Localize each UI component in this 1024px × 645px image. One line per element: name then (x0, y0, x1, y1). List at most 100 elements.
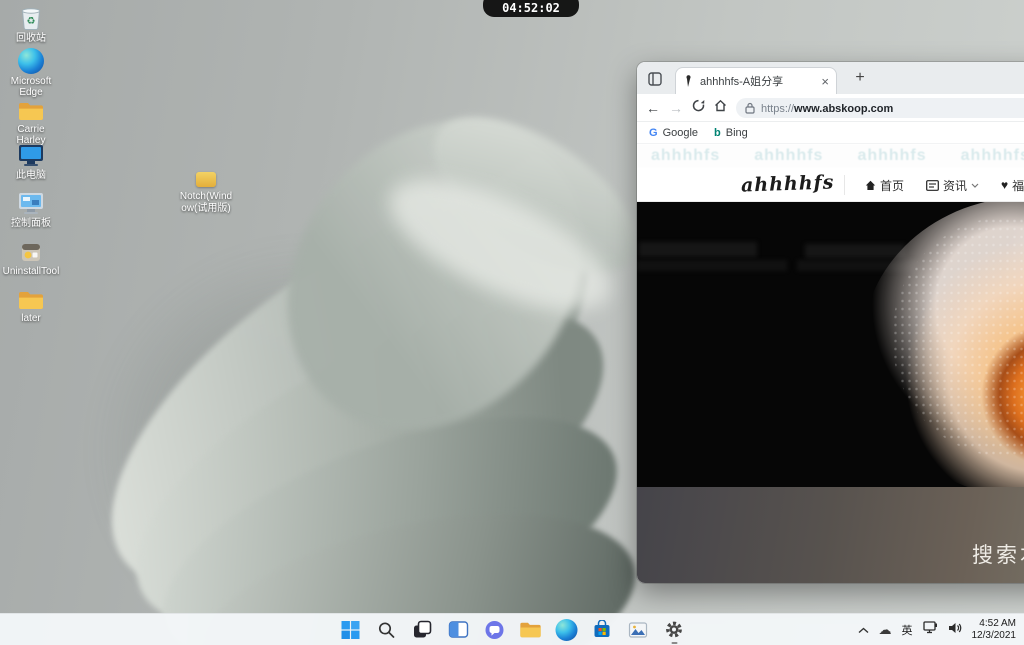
nav-label: 资讯 (943, 177, 967, 194)
network-ethernet-icon[interactable] (923, 621, 938, 639)
taskbar-center-icons (336, 616, 689, 644)
page-watermark-band: ahhhhfs ahhhhfs ahhhhfs ahhhhfs (637, 144, 1024, 168)
chat-button[interactable] (480, 616, 509, 644)
refresh-button[interactable] (692, 99, 705, 117)
edge-icon (555, 619, 577, 641)
bookmark-bing[interactable]: b Bing (714, 127, 748, 139)
notchwindow-icon (196, 172, 216, 187)
settings-button[interactable] (660, 616, 689, 644)
windows-logo-icon (340, 620, 360, 640)
google-icon: G (649, 127, 658, 139)
desktop-icon-control-panel[interactable]: 控制面板 (2, 188, 60, 229)
desktop-icon-label: 此电脑 (16, 170, 46, 181)
tab-strip: ahhhhfs-A姐分享 × + (637, 62, 1024, 94)
bookmark-label: Google (663, 127, 698, 139)
nav-label: 福利 (1012, 177, 1024, 194)
task-view-button[interactable] (408, 616, 437, 644)
system-tray: ☁ 英 4:52 AM 12/3/2021 (858, 614, 1017, 645)
hero-bottom-band: 搜索本 (637, 487, 1024, 583)
control-panel-icon (18, 188, 44, 216)
widgets-button[interactable] (444, 616, 473, 644)
nav-item-news[interactable]: 资讯 (926, 177, 979, 194)
home-icon (865, 180, 876, 191)
watermark-text: ahhhhfs (857, 147, 926, 165)
edge-icon (18, 46, 44, 74)
desktop-icon-edge[interactable]: Microsoft Edge (2, 46, 60, 98)
forward-button[interactable]: → (669, 101, 683, 115)
desktop-icon-this-pc[interactable]: 此电脑 (2, 140, 60, 181)
back-button[interactable]: ← (646, 101, 660, 115)
search-button[interactable] (372, 616, 401, 644)
url-host: www.abskoop.com (794, 103, 893, 115)
tray-chevron-up-button[interactable] (858, 621, 869, 639)
browser-tab[interactable]: ahhhhfs-A姐分享 × (675, 67, 837, 94)
file-explorer-button[interactable] (516, 616, 545, 644)
address-bar[interactable]: https://www.abskoop.com (736, 98, 1024, 118)
desktop-icon-uninstall-tool[interactable]: UninstallTool (2, 236, 60, 277)
hero-faint-text (639, 242, 757, 257)
folder-icon (18, 94, 44, 122)
url-protocol: https:// (761, 103, 794, 115)
onedrive-cloud-icon[interactable]: ☁ (879, 622, 892, 638)
clock-overlay-time: 04:52:02 (502, 1, 560, 15)
desktop: 04:52:02 ♻ 回收站 Microsoft Edge Carrie Har… (0, 0, 1024, 645)
notchwindow-label-line2: ow(试用版) (181, 203, 230, 214)
uninstall-tool-icon (19, 236, 43, 264)
widgets-icon (448, 621, 468, 638)
new-tab-button[interactable]: + (849, 67, 871, 89)
webpage: ahhhhfs ahhhhfs ahhhhfs ahhhhfs ahhhhfs … (637, 144, 1024, 583)
taskbar-time: 4:52 AM (972, 618, 1017, 630)
ime-language-indicator[interactable]: 英 (902, 622, 913, 638)
home-button[interactable] (714, 99, 727, 117)
search-icon (377, 621, 395, 639)
hero-faint-text (805, 244, 905, 258)
edge-browser-window: ahhhhfs-A姐分享 × + ← → (637, 62, 1024, 583)
hero-search-text: 搜索本 (972, 539, 1024, 569)
heart-icon: ♥ (1001, 178, 1008, 192)
start-button[interactable] (336, 616, 365, 644)
clock-overlay: 04:52:02 (483, 0, 579, 17)
tab-close-icon[interactable]: × (821, 75, 829, 88)
volume-icon[interactable] (948, 621, 962, 639)
lock-icon[interactable] (745, 102, 755, 114)
chevron-down-icon (971, 183, 979, 188)
desktop-icon-recycle-bin[interactable]: ♻ 回收站 (2, 3, 60, 44)
header-divider (844, 175, 845, 195)
bookmark-label: Bing (726, 127, 748, 139)
watermark-text: ahhhhfs (651, 147, 720, 165)
running-indicator (671, 642, 677, 644)
tab-actions-menu-button[interactable] (646, 70, 664, 88)
task-view-icon (413, 620, 432, 639)
site-header: ahhhhfs 首页 资讯 (637, 168, 1024, 202)
desktop-icon-folder-carrie-harley[interactable]: Carrie Harley (2, 94, 60, 146)
photos-app-icon (629, 622, 648, 638)
gear-icon (665, 620, 684, 639)
edge-taskbar-button[interactable] (552, 616, 581, 644)
recycle-bin-icon: ♻ (20, 3, 42, 31)
bookmark-google[interactable]: G Google (649, 127, 698, 139)
chat-icon (484, 620, 504, 640)
photos-app-button[interactable] (624, 616, 653, 644)
bookmarks-bar: G Google b Bing (637, 122, 1024, 144)
desktop-icon-notchwindow[interactable]: Notch(Wind ow(试用版) (160, 172, 252, 215)
taskbar-clock[interactable]: 4:52 AM 12/3/2021 (972, 618, 1017, 642)
watermark-text: ahhhhfs (961, 147, 1024, 165)
site-logo[interactable]: ahhhhfs (741, 171, 835, 196)
nav-label: 首页 (880, 177, 904, 194)
taskbar: ☁ 英 4:52 AM 12/3/2021 (0, 613, 1024, 645)
store-icon (593, 620, 612, 639)
nav-item-welfare[interactable]: ♥ 福利 (1001, 177, 1024, 194)
file-explorer-icon (519, 621, 541, 639)
watermark-text: ahhhhfs (754, 147, 823, 165)
taskbar-date: 12/3/2021 (972, 630, 1017, 642)
site-nav: 首页 资讯 ♥ (865, 168, 1024, 202)
tab-title: ahhhhfs-A姐分享 (700, 73, 815, 89)
microsoft-store-button[interactable] (588, 616, 617, 644)
this-pc-icon (18, 140, 44, 168)
desktop-icon-label: 控制面板 (11, 218, 51, 229)
news-icon (926, 180, 939, 191)
desktop-icon-label: later (21, 313, 40, 324)
desktop-icon-folder-later[interactable]: later (2, 283, 60, 324)
hero-image (637, 202, 1024, 487)
nav-item-home[interactable]: 首页 (865, 177, 904, 194)
